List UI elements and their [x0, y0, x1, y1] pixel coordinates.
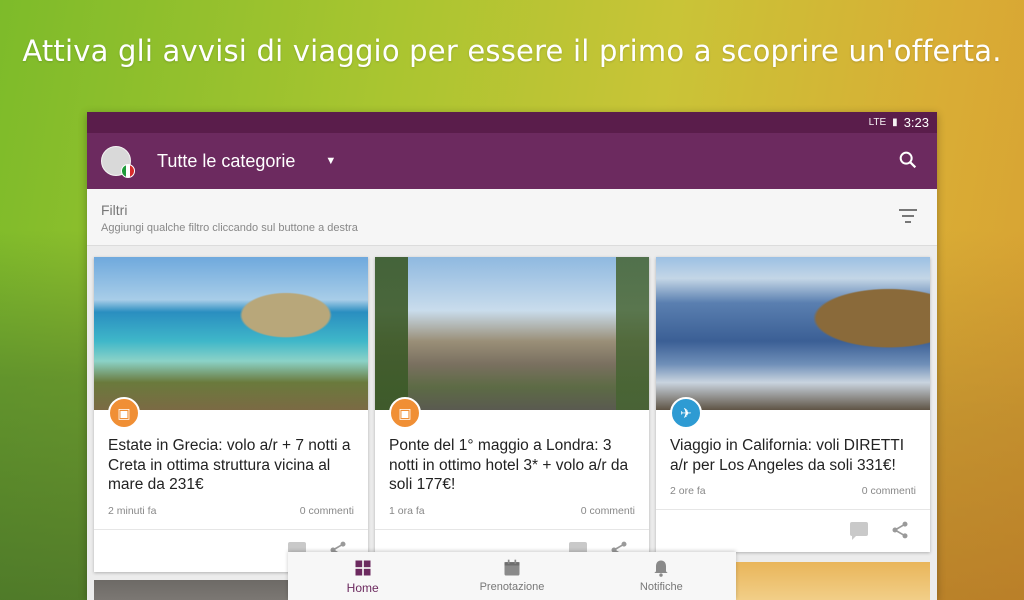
chevron-down-icon[interactable]: ▼ — [325, 155, 336, 167]
nav-home-label: Home — [346, 581, 379, 595]
lte-signal-icon: LTE — [868, 117, 887, 128]
offer-comments: 0 commenti — [299, 504, 354, 517]
calendar-icon — [504, 559, 520, 576]
category-dropdown-label[interactable]: Tutte le categorie — [157, 151, 295, 172]
nav-notifiche[interactable]: Notifiche — [587, 552, 736, 600]
background-forest-right — [934, 230, 1024, 600]
offer-card[interactable]: ▣ Estate in Grecia: volo a/r + 7 notti a… — [94, 257, 368, 572]
bell-icon — [654, 560, 668, 577]
nav-notifiche-label: Notifiche — [639, 581, 683, 593]
suitcase-icon: ▣ — [389, 397, 421, 429]
suitcase-icon: ▣ — [108, 397, 140, 429]
offer-image-greece[interactable] — [94, 257, 368, 410]
offer-time: 2 minuti fa — [108, 504, 157, 517]
offer-image-london[interactable] — [375, 257, 649, 410]
share-icon[interactable] — [890, 520, 910, 540]
offer-comments: 0 commenti — [580, 504, 635, 517]
offer-image-california[interactable] — [656, 257, 930, 410]
filters-bar: Filtri Aggiungi qualche filtro cliccando… — [87, 189, 937, 246]
status-time: 3:23 — [903, 115, 929, 130]
nav-prenotazione-label: Prenotazione — [479, 581, 545, 593]
offer-time: 2 ore fa — [670, 485, 706, 497]
search-icon[interactable] — [897, 149, 919, 171]
offer-time: 1 ora fa — [389, 504, 425, 517]
background-forest-left — [0, 230, 90, 600]
nav-home[interactable]: Home — [288, 552, 437, 600]
dashboard-icon — [355, 560, 371, 576]
app-bar: Tutte le categorie ▼ — [87, 133, 937, 189]
status-bar: LTE ▮ 3:23 — [87, 112, 937, 133]
nav-prenotazione[interactable]: Prenotazione — [437, 552, 586, 600]
bottom-navigation: Home Prenotazione Notifiche — [288, 552, 736, 600]
airplane-icon: ✈ — [670, 397, 702, 429]
avatar[interactable] — [101, 146, 135, 178]
battery-icon: ▮ — [892, 117, 898, 128]
promo-headline: Attiva gli avvisi di viaggio per essere … — [22, 34, 1002, 68]
filter-icon[interactable] — [899, 209, 917, 223]
comment-icon[interactable] — [850, 522, 868, 540]
device-screen: LTE ▮ 3:23 Tutte le categorie ▼ Filtri A… — [87, 112, 937, 600]
filters-title: Filtri — [101, 202, 128, 218]
filters-subtitle: Aggiungi qualche filtro cliccando sul bu… — [101, 222, 358, 234]
offer-card[interactable]: ✈ Viaggio in California: voli DIRETTI a/… — [656, 257, 930, 552]
offer-comments: 0 commenti — [861, 485, 916, 497]
offer-card[interactable]: ▣ Ponte del 1° maggio a Londra: 3 notti … — [375, 257, 649, 572]
